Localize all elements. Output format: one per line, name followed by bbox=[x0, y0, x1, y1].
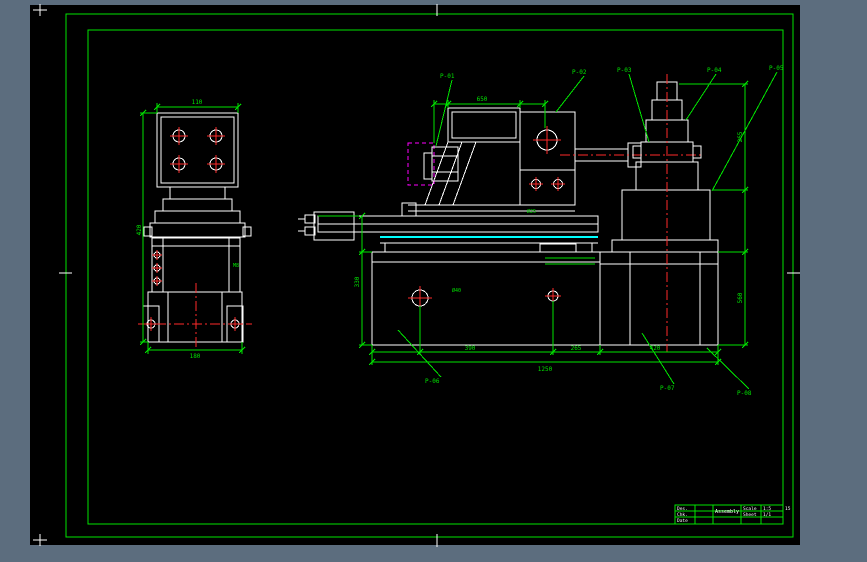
sheet-value: 1/1 bbox=[763, 512, 771, 518]
drawing-sheet bbox=[30, 5, 800, 545]
dim-fixture-height: 420 bbox=[136, 224, 143, 235]
dim-column-lower: 560 bbox=[737, 292, 744, 303]
sheet-label: Sheet bbox=[743, 512, 757, 518]
callout-label: P-05 bbox=[769, 65, 784, 72]
dim-head-width: 650 bbox=[477, 96, 488, 103]
note-table: Ø25 bbox=[527, 208, 536, 215]
callout-label: P-04 bbox=[707, 67, 722, 74]
scale-label: Scale bbox=[743, 506, 757, 512]
cad-canvas[interactable]: 110 420 180 M8 650 265 560 330 390 265 4… bbox=[0, 0, 867, 562]
dim-bed-2: 265 bbox=[571, 345, 582, 352]
callout-label: P-07 bbox=[660, 385, 675, 392]
dim-base-width: 180 bbox=[190, 353, 201, 360]
note-thread: M8 bbox=[233, 263, 239, 269]
drawing-title: Assembly bbox=[715, 509, 739, 515]
dim-plate-width: 110 bbox=[192, 99, 203, 106]
callout-label: P-08 bbox=[737, 390, 752, 397]
titleblock-row-label: Des. bbox=[677, 506, 688, 512]
note-bed: Ø40 bbox=[452, 287, 461, 294]
titleblock-row-label: Date bbox=[677, 518, 688, 524]
dim-bed-height: 330 bbox=[354, 276, 361, 287]
dim-column-upper: 265 bbox=[737, 131, 744, 142]
side-hole-centermarks bbox=[152, 250, 162, 286]
callout-label: P-01 bbox=[440, 73, 455, 80]
callout-label: P-06 bbox=[425, 378, 440, 385]
titleblock-row-label: Chk. bbox=[677, 512, 688, 518]
callout-label: P-02 bbox=[572, 69, 587, 76]
scale-value: 1:5 bbox=[763, 506, 771, 512]
callout-label: P-03 bbox=[617, 67, 632, 74]
margin-note: 15 bbox=[785, 506, 791, 512]
dim-bed-1: 390 bbox=[465, 345, 476, 352]
dim-overall-length: 1250 bbox=[538, 366, 553, 373]
